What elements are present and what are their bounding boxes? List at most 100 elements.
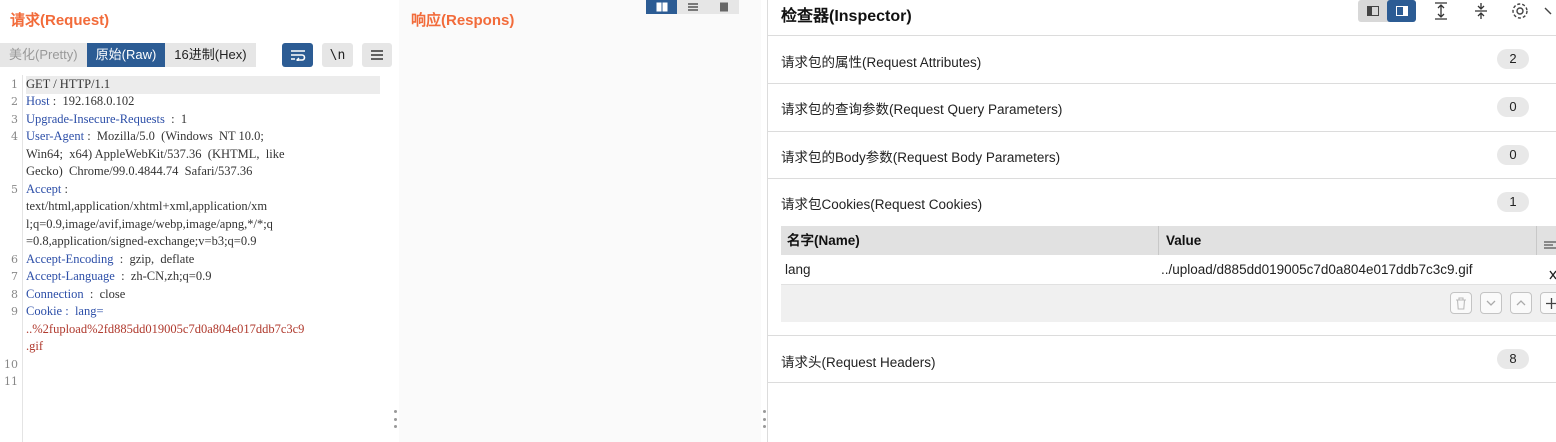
header-line-connection: Connection : close — [26, 286, 380, 304]
tab-raw[interactable]: 原始(Raw) — [86, 43, 166, 67]
header-key: Accept-Language — [26, 269, 115, 283]
header-key: Cookie — [26, 304, 63, 318]
header-line-upgrade: Upgrade-Insecure-Requests : 1 — [26, 111, 380, 129]
tab-hex[interactable]: 16进制(Hex) — [165, 43, 256, 67]
column-header-value[interactable]: Value — [1166, 226, 1201, 255]
section-label: 请求包Cookies(Request Cookies) — [781, 197, 983, 212]
show-newlines-button[interactable]: \n — [322, 43, 353, 67]
table-row[interactable]: lang ../upload/d885dd019005c7d0a804e017d… — [781, 255, 1556, 285]
hamburger-icon — [371, 50, 383, 60]
section-request-headers[interactable]: 请求头(Request Headers) 8 — [768, 335, 1556, 383]
single-view-button[interactable] — [708, 0, 739, 14]
header-line-continuation: Win64; x64) AppleWebKit/537.36 (KHTML, l… — [26, 147, 285, 161]
line-number: 4 — [11, 130, 18, 143]
header-key: Upgrade-Insecure-Requests — [26, 112, 165, 126]
header-line-continuation: l;q=0.9,image/avif,image/webp,image/apng… — [26, 217, 273, 231]
split-view-icon — [656, 2, 667, 12]
header-line-continuation: =0.8,application/signed-exchange;v=b3;q=… — [26, 234, 257, 248]
header-key: Accept-Encoding — [26, 252, 114, 266]
section-query-parameters[interactable]: 请求包的查询参数(Request Query Parameters) 0 — [768, 83, 1556, 131]
header-line-continuation: text/html,application/xhtml+xml,applicat… — [26, 199, 268, 213]
request-toolbar: 美化(Pretty) 原始(Raw) 16进制(Hex) \n — [0, 43, 392, 67]
header-line-continuation: Gecko) Chrome/99.0.4844.74 Safari/537.36 — [26, 164, 253, 178]
stacked-view-icon — [687, 3, 698, 11]
response-panel: 响应(Respons) — [399, 0, 761, 442]
request-editor[interactable]: 1 2 3 4 5 6 7 8 9 10 11 GET / HTTP/1.1 H… — [0, 75, 392, 442]
resize-handle[interactable] — [762, 410, 766, 428]
line-number: 2 — [11, 95, 18, 108]
trash-icon — [1456, 296, 1466, 310]
section-label: 请求头(Request Headers) — [781, 355, 936, 370]
gear-icon — [1512, 3, 1528, 19]
line-number: 1 — [11, 78, 18, 91]
header-key: Host — [26, 94, 50, 108]
section-body-parameters[interactable]: 请求包的Body参数(Request Body Parameters) 0 — [768, 131, 1556, 178]
delete-row-icon[interactable] — [1549, 265, 1556, 284]
request-line: GET / HTTP/1.1 — [26, 76, 380, 94]
cookie-value-line: .gif — [26, 339, 44, 353]
section-label: 请求包的查询参数(Request Query Parameters) — [781, 102, 1063, 117]
header-value: : Mozilla/5.0 (Windows NT 10.0; — [84, 129, 264, 143]
panel-right-icon — [1395, 6, 1408, 16]
response-panel-title: 响应(Respons) — [411, 12, 515, 29]
cookie-name: : lang= — [62, 304, 104, 318]
request-panel-title: 请求(Request) — [10, 12, 110, 29]
chevron-up-icon — [1516, 300, 1526, 306]
expand-icon — [1435, 2, 1447, 20]
move-down-button[interactable] — [1480, 292, 1502, 314]
count-badge: 2 — [1497, 49, 1529, 69]
count-badge: 0 — [1497, 145, 1529, 165]
inspector-toolbar — [1358, 0, 1556, 22]
header-line-host: Host : 192.168.0.102 — [26, 93, 380, 111]
add-row-button[interactable] — [1540, 292, 1556, 314]
cookie-table: 名字(Name) Value lang ../upload/d885dd0190… — [781, 226, 1556, 322]
settings-button[interactable] — [1509, 0, 1531, 22]
menu-button[interactable] — [362, 43, 392, 67]
cookie-table-actions — [1450, 292, 1556, 314]
header-key: Accept — [26, 182, 62, 196]
tab-pretty[interactable]: 美化(Pretty) — [0, 43, 87, 67]
request-panel: 请求(Request) 美化(Pretty) 原始(Raw) 16进制(Hex)… — [0, 0, 397, 442]
column-header-name[interactable]: 名字(Name) — [787, 226, 860, 255]
line-number: 6 — [11, 253, 18, 266]
collapse-all-button[interactable] — [1470, 0, 1492, 22]
inspector-panel: 检查器(Inspector) 请求包的属性(Request Attributes… — [767, 0, 1556, 442]
close-inspector-button[interactable] — [1539, 0, 1556, 22]
count-badge: 0 — [1497, 97, 1529, 117]
line-number: 9 — [11, 305, 18, 318]
layout-right-button[interactable] — [1387, 0, 1416, 22]
split-view-button[interactable] — [646, 0, 677, 14]
view-mode-switch — [646, 0, 739, 14]
single-view-icon — [719, 2, 728, 12]
stacked-view-button[interactable] — [677, 0, 708, 14]
cookie-name-cell[interactable]: lang — [785, 255, 811, 285]
header-value: : close — [83, 287, 126, 301]
expand-all-button[interactable] — [1430, 0, 1452, 22]
line-number: 7 — [11, 270, 18, 283]
move-up-button[interactable] — [1510, 292, 1532, 314]
collapse-icon — [1475, 3, 1487, 19]
delete-button[interactable] — [1450, 292, 1472, 314]
close-icon — [1544, 7, 1552, 15]
wrap-lines-icon — [290, 50, 305, 61]
header-value: : — [61, 182, 69, 196]
resize-handle[interactable] — [393, 410, 397, 428]
column-divider[interactable] — [1536, 226, 1537, 255]
header-line-accept: Accept : — [26, 181, 380, 199]
section-request-attributes[interactable]: 请求包的属性(Request Attributes) 2 — [768, 35, 1556, 83]
section-label: 请求包的属性(Request Attributes) — [781, 55, 982, 70]
header-value: : 1 — [164, 112, 188, 126]
inspector-layout-toggle — [1358, 0, 1416, 22]
count-badge: 8 — [1497, 349, 1529, 369]
line-number: 3 — [11, 113, 18, 126]
column-menu-icon[interactable] — [1543, 235, 1556, 254]
app-root: 请求(Request) 美化(Pretty) 原始(Raw) 16进制(Hex)… — [0, 0, 1556, 442]
line-number: 8 — [11, 288, 18, 301]
header-key: User-Agent — [26, 129, 85, 143]
header-value: : zh-CN,zh;q=0.9 — [114, 269, 212, 283]
section-label: 请求包的Body参数(Request Body Parameters) — [781, 150, 1061, 165]
column-divider[interactable] — [1158, 226, 1159, 255]
layout-left-button[interactable] — [1358, 0, 1387, 22]
wrap-lines-button[interactable] — [282, 43, 313, 67]
cookie-value-cell[interactable]: ../upload/d885dd019005c7d0a804e017ddb7c3… — [1161, 255, 1473, 285]
